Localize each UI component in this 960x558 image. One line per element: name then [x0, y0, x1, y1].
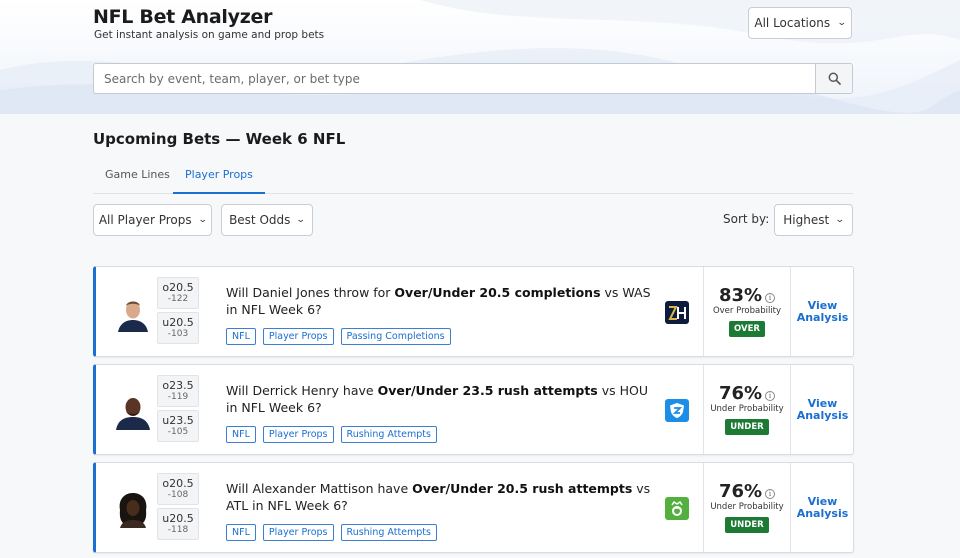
over-line-button[interactable]: o23.5 -119: [157, 375, 199, 407]
question-text: Will Derrick Henry have: [226, 383, 378, 398]
tag[interactable]: Player Props: [262, 524, 334, 541]
probability-value: 76%: [718, 481, 763, 502]
prop-type-filter-label: All Player Props: [98, 213, 192, 227]
player-avatar: [114, 490, 152, 528]
over-odds: -122: [167, 294, 189, 304]
probability-panel: 83% i Over Probability OVER: [703, 267, 790, 356]
info-icon[interactable]: i: [765, 390, 776, 401]
odds-filter[interactable]: Best Odds ⌄: [221, 204, 313, 236]
app-subtitle: Get instant analysis on game and prop be…: [94, 29, 325, 41]
tab-game-lines[interactable]: Game Lines: [93, 162, 182, 194]
under-line: u20.5: [162, 316, 194, 329]
under-odds: -105: [167, 427, 189, 437]
verdict-badge: UNDER: [725, 517, 769, 533]
info-icon[interactable]: i: [765, 488, 776, 499]
tag[interactable]: Player Props: [262, 426, 334, 443]
sportsbook-logo-icon: [665, 497, 689, 520]
under-line-button[interactable]: u20.5 -103: [157, 312, 199, 344]
probability-value: 83%: [718, 285, 763, 306]
bet-card[interactable]: o23.5 -119 u23.5 -105 Will Derrick Henry…: [93, 364, 854, 455]
tag[interactable]: NFL: [226, 328, 256, 345]
header-banner: NFL Bet Analyzer Get instant analysis on…: [0, 0, 960, 114]
under-line-button[interactable]: u23.5 -105: [157, 410, 199, 442]
over-line: o20.5: [162, 477, 194, 490]
question-emphasis: Over/Under 20.5 rush attempts: [412, 481, 633, 496]
bet-lines: o23.5 -119 u23.5 -105: [157, 375, 199, 445]
location-select[interactable]: All Locations ⌄: [748, 7, 852, 39]
player-avatar: [114, 294, 152, 332]
tag[interactable]: NFL: [226, 524, 256, 541]
question-text: Will Daniel Jones throw for: [226, 285, 395, 300]
sort-select-label: Highest: [783, 213, 830, 227]
prop-type-filter[interactable]: All Player Props ⌄: [93, 204, 212, 236]
probability-label: Under Probability: [710, 404, 784, 414]
tag-list: NFL Player Props Rushing Attempts: [226, 524, 437, 541]
probability-value: 76%: [718, 383, 763, 404]
under-odds: -118: [167, 525, 189, 535]
zh-logo-icon: [668, 305, 686, 320]
crown-logo-icon: [671, 500, 683, 516]
question-text: Will Alexander Mattison have: [226, 481, 413, 496]
chevron-down-icon: ⌄: [835, 215, 845, 225]
under-line: u23.5: [162, 414, 194, 427]
view-analysis-link[interactable]: View Analysis: [790, 267, 854, 356]
search-icon: [828, 72, 841, 85]
player-avatar: [114, 392, 152, 430]
bet-question[interactable]: Will Daniel Jones throw for Over/Under 2…: [226, 284, 661, 318]
tag[interactable]: Rushing Attempts: [340, 426, 437, 443]
search-button[interactable]: [815, 64, 852, 93]
tag[interactable]: NFL: [226, 426, 256, 443]
search-input[interactable]: [94, 64, 815, 93]
question-emphasis: Over/Under 20.5 completions: [394, 285, 601, 300]
over-line: o23.5: [162, 379, 194, 392]
search-bar: [93, 63, 853, 94]
chevron-down-icon: ⌄: [836, 18, 847, 28]
tag[interactable]: Passing Completions: [340, 328, 451, 345]
chevron-down-icon: ⌄: [197, 215, 208, 225]
under-odds: -103: [167, 329, 189, 339]
bet-question[interactable]: Will Alexander Mattison have Over/Under …: [226, 480, 661, 514]
over-line: o20.5: [162, 281, 194, 294]
over-odds: -108: [167, 490, 189, 500]
bet-card[interactable]: o20.5 -108 u20.5 -118 Will Alexander Mat…: [93, 462, 854, 553]
bet-question[interactable]: Will Derrick Henry have Over/Under 23.5 …: [226, 382, 661, 416]
sportsbook-logo-icon: [665, 399, 689, 422]
shield-icon: [670, 403, 684, 418]
chevron-down-icon: ⌄: [296, 215, 307, 225]
sort-label: Sort by:: [723, 212, 770, 226]
app-title: NFL Bet Analyzer: [93, 6, 273, 28]
tab-bar: Game Lines Player Props: [93, 162, 853, 194]
probability-panel: 76% i Under Probability UNDER: [703, 463, 790, 552]
probability-label: Over Probability: [712, 306, 782, 316]
verdict-badge: UNDER: [725, 419, 769, 435]
bet-card[interactable]: o20.5 -122 u20.5 -103 Will Daniel Jones …: [93, 266, 854, 357]
view-analysis-link[interactable]: View Analysis: [790, 463, 854, 552]
under-line: u20.5: [162, 512, 194, 525]
section-title: Upcoming Bets — Week 6 NFL: [93, 130, 346, 148]
under-line-button[interactable]: u20.5 -118: [157, 508, 199, 540]
probability-panel: 76% i Under Probability UNDER: [703, 365, 790, 454]
tab-player-props[interactable]: Player Props: [173, 162, 265, 194]
question-emphasis: Over/Under 23.5 rush attempts: [377, 383, 598, 398]
over-line-button[interactable]: o20.5 -122: [157, 277, 199, 309]
info-icon[interactable]: i: [765, 292, 776, 303]
tag[interactable]: Player Props: [262, 328, 334, 345]
probability-label: Under Probability: [710, 502, 784, 512]
over-line-button[interactable]: o20.5 -108: [157, 473, 199, 505]
odds-filter-label: Best Odds: [229, 213, 291, 227]
tag-list: NFL Player Props Passing Completions: [226, 328, 451, 345]
sort-select[interactable]: Highest ⌄: [774, 204, 853, 236]
tag[interactable]: Rushing Attempts: [340, 524, 437, 541]
sportsbook-logo-icon: [665, 301, 689, 324]
over-odds: -119: [167, 392, 189, 402]
verdict-badge: OVER: [729, 321, 765, 337]
bet-lines: o20.5 -122 u20.5 -103: [157, 277, 199, 347]
view-analysis-link[interactable]: View Analysis: [790, 365, 854, 454]
location-select-label: All Locations: [754, 16, 831, 30]
tag-list: NFL Player Props Rushing Attempts: [226, 426, 437, 443]
bet-lines: o20.5 -108 u20.5 -118: [157, 473, 199, 543]
